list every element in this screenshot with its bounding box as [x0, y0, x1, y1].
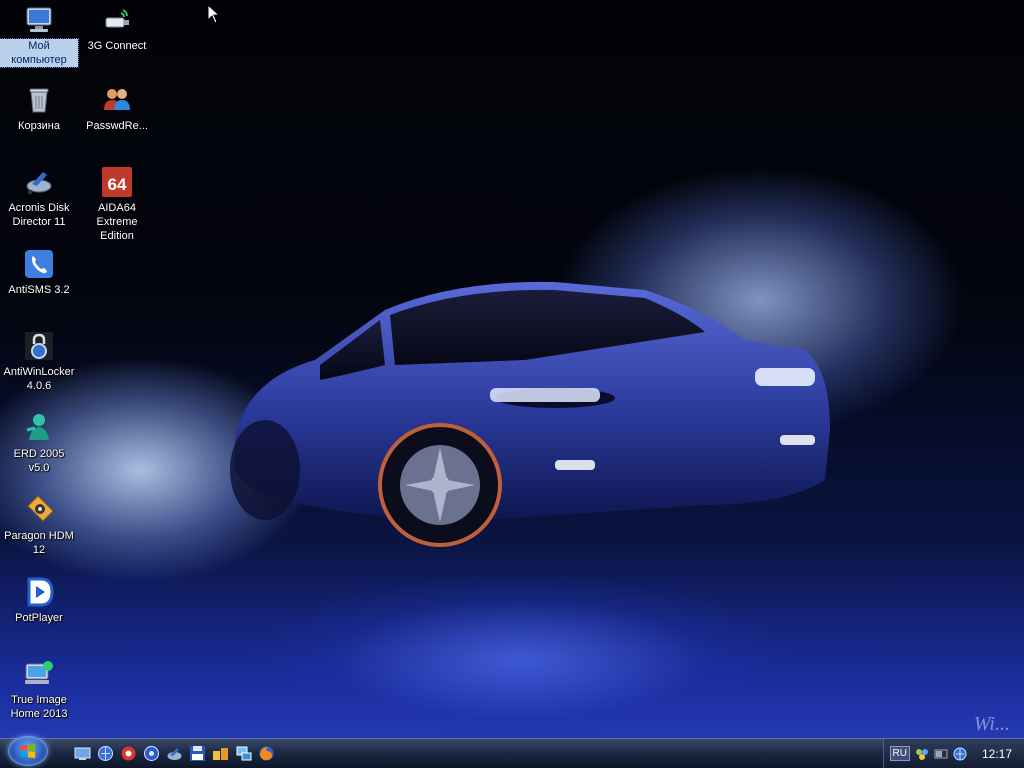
- desktop-icon-paragon[interactable]: Paragon HDM 12: [0, 494, 78, 557]
- desktop-icon-label: ERD 2005 v5.0: [13, 448, 65, 474]
- taskbar: RU 12:17: [0, 735, 1024, 768]
- wallpaper-watermark: Wi...: [973, 713, 1010, 735]
- clock[interactable]: 12:17: [982, 747, 1012, 761]
- lock-icon: [23, 330, 55, 362]
- disk-manager-icon[interactable]: [166, 745, 183, 762]
- desktop-icon-trueimage[interactable]: True Image Home 2013: [0, 658, 78, 721]
- show-desktop-icon[interactable]: [74, 745, 91, 762]
- disc-icon[interactable]: [143, 745, 160, 762]
- desktop: Wi... Мой компьютер 3G Connect Корзина P…: [0, 0, 1024, 768]
- floppy-save-icon[interactable]: [189, 745, 206, 762]
- backup-icon: [23, 658, 55, 690]
- disk-tool-icon: [23, 166, 55, 198]
- quick-launch-bar: [74, 745, 275, 762]
- desktop-icon-label: True Image Home 2013: [10, 694, 68, 720]
- desktop-icon-label: Мой компьютер: [0, 38, 79, 68]
- desktop-icon-antisms[interactable]: AntiSMS 3.2: [0, 248, 78, 297]
- usb-modem-icon: [101, 4, 133, 36]
- phone-icon: [23, 248, 55, 280]
- start-button[interactable]: [8, 735, 48, 766]
- desktop-icon-recycle-bin[interactable]: Корзина: [0, 84, 78, 133]
- desktop-icon-aida64[interactable]: 64 AIDA64 Extreme Edition: [78, 166, 156, 243]
- potplayer-icon: [23, 576, 55, 608]
- desktop-icon-label: Acronis Disk Director 11: [8, 202, 70, 228]
- svg-text:64: 64: [108, 175, 127, 194]
- windows-logo-icon: [20, 743, 36, 758]
- desktop-icon-potplayer[interactable]: PotPlayer: [0, 576, 78, 625]
- battery-tray-icon[interactable]: [934, 747, 948, 761]
- system-tray: RU 12:17: [882, 739, 1024, 768]
- network-globe-icon[interactable]: [97, 745, 114, 762]
- network-tray-icon[interactable]: [915, 747, 929, 761]
- aida64-icon: 64: [101, 166, 133, 198]
- desktop-icon-label: Корзина: [18, 120, 60, 132]
- desktop-icon-label: AntiSMS 3.2: [8, 284, 70, 296]
- firefox-icon[interactable]: [258, 745, 275, 762]
- boxes-icon[interactable]: [212, 745, 229, 762]
- desktop-icon-passwdreset[interactable]: PasswdRe...: [78, 84, 156, 133]
- desktop-icon-label: PasswdRe...: [86, 120, 148, 132]
- record-icon[interactable]: [120, 745, 137, 762]
- wallpaper-car: [225, 270, 835, 560]
- network-monitor-icon[interactable]: [235, 745, 252, 762]
- desktop-icon-antiwinlocker[interactable]: AntiWinLocker 4.0.6: [0, 330, 78, 393]
- desktop-icon-my-computer[interactable]: Мой компьютер: [0, 4, 79, 68]
- recycle-bin-icon: [23, 84, 55, 116]
- language-indicator[interactable]: RU: [889, 746, 910, 761]
- desktop-icon-erd2005[interactable]: ERD 2005 v5.0: [0, 412, 78, 475]
- desktop-icon-label: PotPlayer: [15, 612, 63, 624]
- desktop-icon-3g-connect[interactable]: 3G Connect: [78, 4, 156, 53]
- erd-figure-icon: [23, 412, 55, 444]
- mouse-cursor: [207, 3, 221, 24]
- desktop-icon-acronis[interactable]: Acronis Disk Director 11: [0, 166, 78, 229]
- users-icon: [101, 84, 133, 116]
- desktop-icon-label: AntiWinLocker 4.0.6: [3, 366, 75, 392]
- desktop-icon-label: 3G Connect: [87, 40, 147, 52]
- desktop-icon-label: AIDA64 Extreme Edition: [96, 202, 138, 242]
- paragon-icon: [23, 494, 55, 526]
- globe-tray-icon[interactable]: [953, 747, 967, 761]
- computer-icon: [23, 4, 55, 36]
- desktop-icon-label: Paragon HDM 12: [4, 530, 74, 556]
